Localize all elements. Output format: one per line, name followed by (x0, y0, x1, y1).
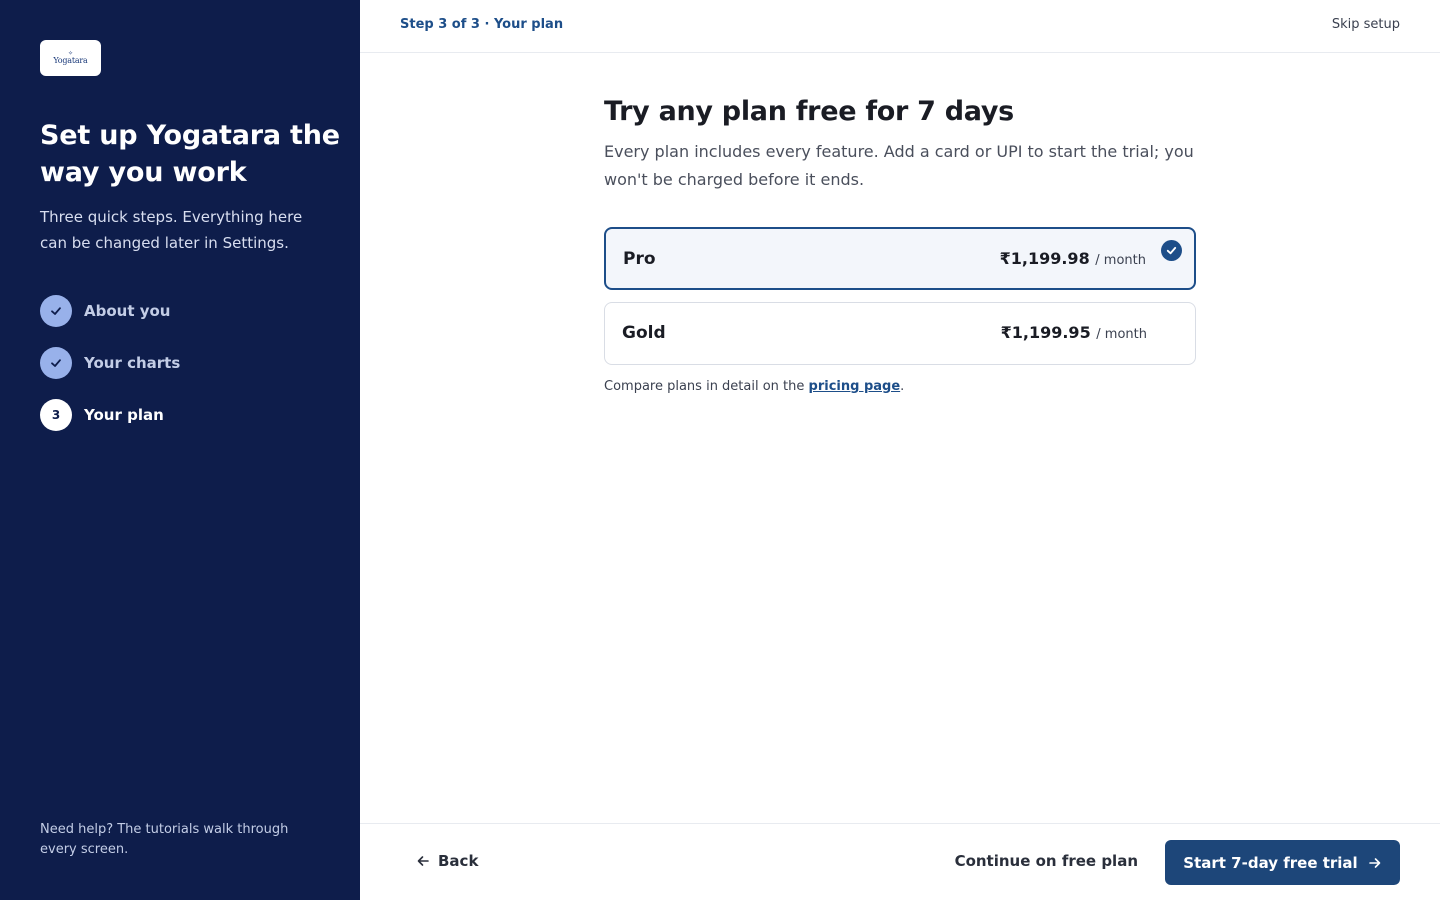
step-label: Your plan (84, 406, 164, 424)
plan-section: Try any plan free for 7 days Every plan … (604, 90, 1196, 394)
plan-name: Pro (623, 249, 656, 269)
start-trial-label: Start 7-day free trial (1183, 853, 1358, 872)
top-bar: Step 3 of 3 · Your plan Skip setup (360, 0, 1440, 53)
check-icon (40, 295, 72, 327)
pricing-page-link[interactable]: pricing page (809, 379, 901, 394)
check-icon (40, 347, 72, 379)
skip-setup-link[interactable]: Skip setup (1332, 17, 1400, 32)
step-label: About you (84, 302, 171, 320)
plan-price: ₹1,199.98 / month (1000, 249, 1146, 268)
selected-check-icon (1161, 240, 1182, 261)
footer-bar: Back Continue on free plan Start 7-day f… (360, 823, 1440, 900)
app-logo[interactable]: ✧ Yogatara (40, 40, 101, 76)
breadcrumb: Step 3 of 3 · Your plan (400, 17, 564, 32)
sidebar-subtitle: Three quick steps. Everything here can b… (40, 208, 303, 252)
logo-wordmark: Yogatara (53, 55, 88, 65)
step-about-you[interactable]: About you (40, 295, 180, 327)
continue-free-plan-button[interactable]: Continue on free plan (955, 852, 1138, 870)
sidebar-title: Set up Yogatara the way you work (40, 120, 340, 188)
plan-price-amount: ₹1,199.95 (1000, 323, 1091, 342)
step-label: Your charts (84, 354, 181, 372)
plan-price: ₹1,199.95 / month (1001, 323, 1147, 342)
plan-price-amount: ₹1,199.98 (999, 249, 1090, 268)
back-button[interactable]: Back (416, 852, 478, 870)
arrow-left-icon (417, 856, 429, 866)
step-your-charts[interactable]: Your charts (40, 347, 180, 379)
plan-option-pro[interactable]: Pro ₹1,199.98 / month (604, 227, 1196, 290)
step-your-plan[interactable]: 3 Your plan (40, 399, 180, 431)
back-label: Back (438, 852, 479, 870)
help-text: Need help? The tutorials walk through ev… (40, 822, 289, 857)
page-title: Try any plan free for 7 days (604, 96, 1014, 127)
step-list: About you Your charts 3 Your plan (40, 295, 180, 451)
plan-options: Pro ₹1,199.98 / month Gold ₹1,199.95 / m… (604, 227, 1196, 365)
arrow-right-icon (1368, 857, 1381, 868)
plan-period: / month (1096, 327, 1147, 342)
compare-suffix: . (900, 379, 905, 394)
start-trial-button[interactable]: Start 7-day free trial (1165, 840, 1400, 885)
plan-option-gold[interactable]: Gold ₹1,199.95 / month (604, 302, 1196, 365)
sidebar: ✧ Yogatara Set up Yogatara the way you w… (0, 0, 360, 900)
page-description: Every plan includes every feature. Add a… (604, 142, 1194, 189)
compare-plans-text: Compare plans in detail on the pricing p… (604, 379, 1196, 394)
step-number: 3 (40, 399, 72, 431)
plan-period: / month (1095, 253, 1146, 268)
compare-prefix: Compare plans in detail on the (604, 379, 809, 394)
plan-name: Gold (622, 323, 666, 343)
